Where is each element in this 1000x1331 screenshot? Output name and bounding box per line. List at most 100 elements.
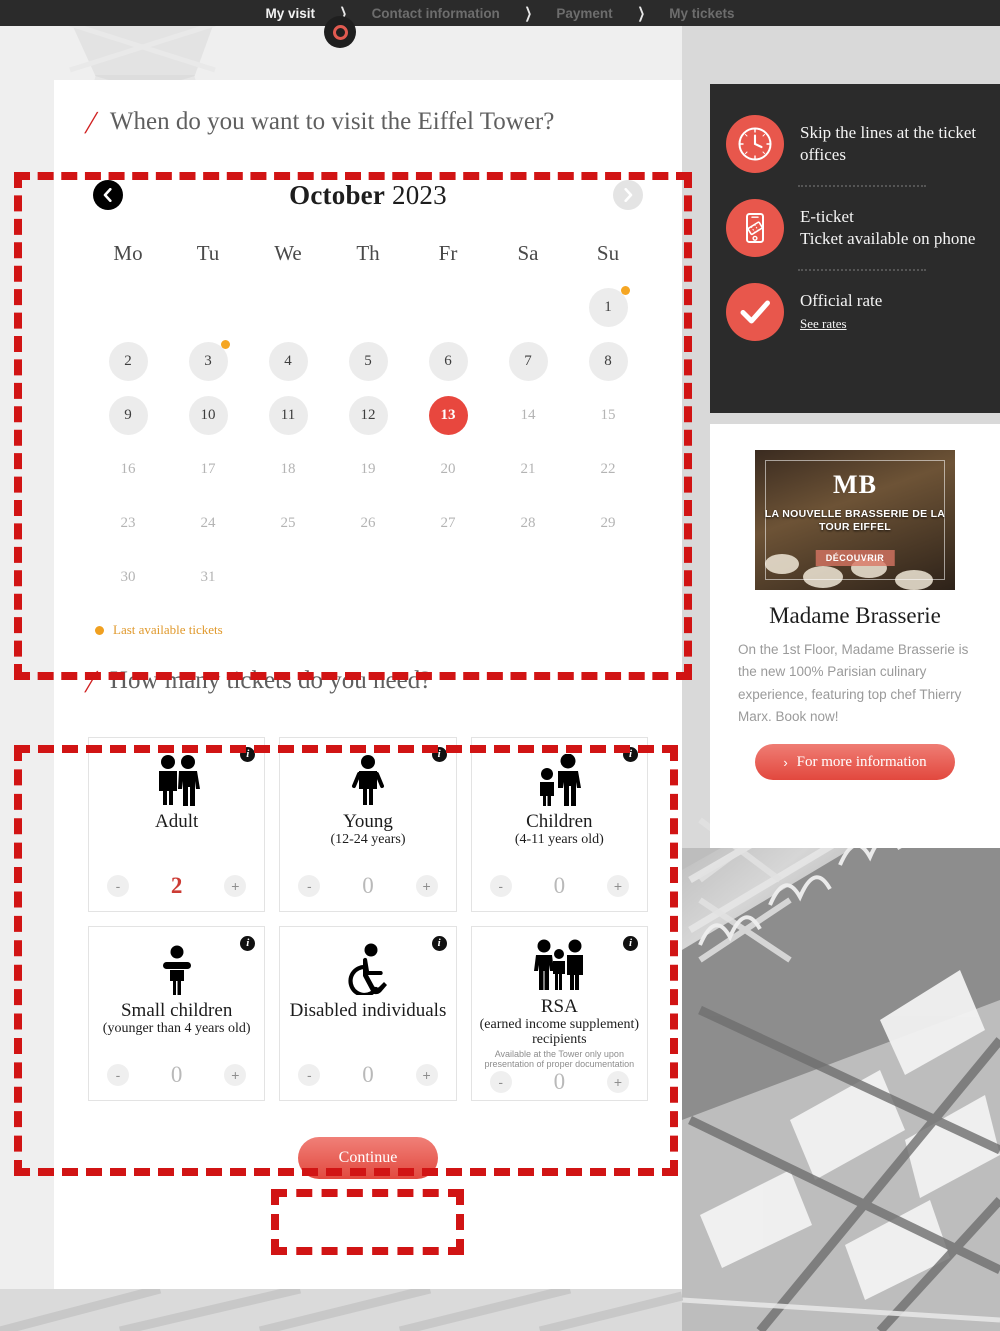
calendar-day-8[interactable]: 8 — [588, 341, 628, 381]
ticket-sublabel: (4-11 years old) — [514, 831, 604, 847]
info-icon[interactable]: i — [240, 747, 256, 762]
info-icon[interactable]: i — [622, 936, 638, 951]
chevron-right-icon: › — [783, 754, 788, 770]
step-my-visit[interactable]: My visit — [259, 6, 321, 21]
calendar-day-11[interactable]: 11 — [268, 395, 308, 435]
increment-button[interactable]: + — [224, 875, 247, 897]
quantity-stepper: - 0 + — [472, 873, 647, 899]
calendar-day-cell[interactable]: 12 — [341, 388, 395, 442]
calendar-day-2[interactable]: 2 — [108, 341, 148, 381]
calendar-weekday: Sa — [517, 240, 539, 265]
calendar-day-25: 25 — [280, 514, 296, 531]
quantity-stepper: - 0 + — [472, 1069, 647, 1095]
benefit-official-rate: Official rate See rates — [726, 272, 984, 352]
increment-button[interactable]: + — [224, 1064, 247, 1086]
calendar-day-29: 29 — [600, 514, 616, 531]
calendar-day-26: 26 — [360, 514, 376, 531]
quantity-stepper: - 0 + — [280, 873, 455, 899]
calendar-day-17: 17 — [200, 460, 216, 477]
wheelchair-icon — [337, 939, 399, 995]
ticket-label: Young — [343, 811, 393, 832]
quantity-value: 0 — [362, 1062, 374, 1087]
ticket-label: Disabled individuals — [289, 1000, 447, 1021]
calendar-day-7[interactable]: 7 — [508, 341, 548, 381]
calendar-day-cell[interactable]: 10 — [181, 388, 235, 442]
calendar-day-cell[interactable]: 1 — [581, 280, 635, 334]
calendar-day-12[interactable]: 12 — [348, 395, 388, 435]
active-step-ring-icon — [332, 24, 348, 40]
ticket-grid: i Adult - 2 + i Young (12-24 years) - 0 + i Children… — [88, 737, 648, 1101]
calendar-day-4[interactable]: 4 — [268, 341, 308, 381]
adult-child-icon — [528, 750, 590, 806]
decrement-button[interactable]: - — [107, 1064, 129, 1086]
info-icon[interactable]: i — [431, 747, 447, 762]
benefit-official-rate-title: Official rate — [800, 291, 883, 311]
calendar-day-cell[interactable]: 2 — [101, 334, 155, 388]
calendar-day-cell[interactable]: 13 — [421, 388, 475, 442]
active-step-marker — [324, 16, 356, 48]
calendar-day-cell[interactable]: 5 — [341, 334, 395, 388]
increment-button[interactable]: + — [415, 875, 438, 897]
calendar-day-cell[interactable]: 6 — [421, 334, 475, 388]
step-contact-information[interactable]: Contact information — [366, 6, 506, 21]
for-more-information-button[interactable]: › For more information — [755, 744, 955, 781]
calendar-day-10[interactable]: 10 — [188, 395, 228, 435]
calendar-day-5[interactable]: 5 — [348, 341, 388, 381]
promo-image[interactable]: MB LA NOUVELLE BRASSERIE DE LA TOUR EIFF… — [755, 450, 955, 590]
continue-button[interactable]: Continue — [298, 1137, 438, 1179]
promo-image-cta[interactable]: DÉCOUVRIR — [815, 550, 895, 566]
benefit-eticket-text: E-ticket Ticket available on phone — [800, 207, 976, 248]
date-section-title-text: When do you want to visit the Eiffel Tow… — [109, 108, 555, 135]
calendar-day-cell: 20 — [421, 442, 475, 496]
increment-button[interactable]: + — [415, 1064, 438, 1086]
step-my-tickets[interactable]: My tickets — [663, 6, 740, 21]
ticket-section-title: / How many tickets do you need? — [54, 638, 682, 724]
calendar-day-31: 31 — [200, 568, 216, 585]
title-slash-icon: / — [82, 663, 101, 699]
decrement-button[interactable]: - — [489, 875, 512, 897]
title-slash-icon: / — [82, 104, 101, 140]
family-icon — [528, 939, 590, 991]
info-icon[interactable]: i — [431, 936, 447, 951]
step-payment[interactable]: Payment — [550, 6, 618, 21]
decrement-button[interactable]: - — [298, 1064, 321, 1086]
calendar-day-cell: 14 — [501, 388, 555, 442]
calendar-day-cell[interactable]: 8 — [581, 334, 635, 388]
decrement-button[interactable]: - — [489, 1071, 512, 1094]
calendar-day-cell[interactable]: 3 — [181, 334, 235, 388]
info-icon[interactable]: i — [240, 936, 256, 951]
calendar-day-6[interactable]: 6 — [428, 341, 468, 381]
see-rates-link[interactable]: See rates — [800, 316, 847, 333]
quantity-value: 0 — [553, 1069, 566, 1095]
calendar-legend: Last available tickets — [88, 604, 648, 638]
calendar-day-27: 27 — [440, 514, 456, 531]
decrement-button[interactable]: - — [298, 875, 321, 897]
quantity-stepper: - 2 + — [89, 873, 264, 899]
info-icon[interactable]: i — [622, 747, 638, 762]
toddler-icon — [146, 939, 208, 995]
chevron-right-icon[interactable] — [612, 180, 643, 210]
ticket-card-rsa: i RSA (earned income supplement) recipient… — [470, 926, 648, 1101]
last-available-dot-icon — [221, 340, 230, 349]
calendar-weekday: Tu — [196, 240, 220, 265]
checkout-stepper: My visit ❯ Contact information ❯ Payment… — [0, 0, 1000, 26]
calendar-day-9[interactable]: 9 — [108, 395, 148, 435]
increment-button[interactable]: + — [606, 875, 629, 897]
calendar-day-13[interactable]: 13 — [428, 395, 468, 435]
calendar-day-cell[interactable]: 7 — [501, 334, 555, 388]
calendar-day-cell: 19 — [341, 442, 395, 496]
calendar-day-28: 28 — [520, 514, 536, 531]
calendar-day-cell[interactable]: 9 — [101, 388, 155, 442]
increment-button[interactable]: + — [606, 1071, 629, 1094]
ticket-label: Adult — [155, 811, 199, 832]
calendar-day-24: 24 — [200, 514, 216, 531]
calendar-blank-cell — [421, 280, 475, 334]
calendar-day-20: 20 — [440, 460, 456, 477]
benefit-skip-lines: Skip the lines at the ticket offices — [726, 104, 984, 184]
decrement-button[interactable]: - — [107, 875, 129, 897]
calendar-day-cell[interactable]: 11 — [261, 388, 315, 442]
ticket-sublabel: (earned income supplement) recipients — [479, 1016, 640, 1048]
chevron-left-icon[interactable] — [93, 180, 123, 210]
ticket-section-title-text: How many tickets do you need? — [109, 667, 432, 694]
calendar-day-cell[interactable]: 4 — [261, 334, 315, 388]
